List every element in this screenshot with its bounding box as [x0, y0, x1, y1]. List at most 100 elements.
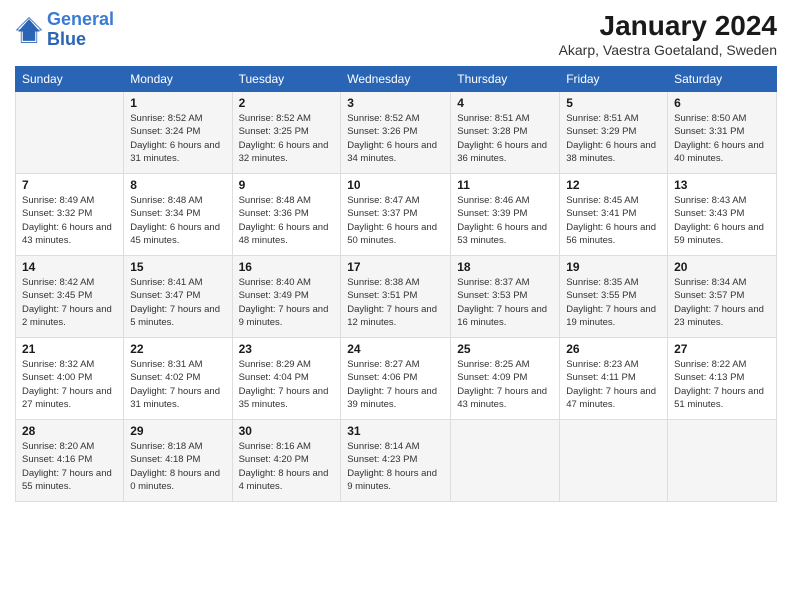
day-info: Sunrise: 8:49 AM Sunset: 3:32 PM Dayligh…: [22, 194, 117, 247]
day-number: 14: [22, 260, 117, 274]
day-info: Sunrise: 8:18 AM Sunset: 4:18 PM Dayligh…: [130, 440, 225, 493]
day-number: 10: [347, 178, 444, 192]
day-info: Sunrise: 8:38 AM Sunset: 3:51 PM Dayligh…: [347, 276, 444, 329]
logo: General Blue: [15, 10, 114, 50]
day-info: Sunrise: 8:20 AM Sunset: 4:16 PM Dayligh…: [22, 440, 117, 493]
day-number: 25: [457, 342, 553, 356]
header-tuesday: Tuesday: [232, 67, 341, 92]
week-row-0: 1 Sunrise: 8:52 AM Sunset: 3:24 PM Dayli…: [16, 92, 777, 174]
day-info: Sunrise: 8:34 AM Sunset: 3:57 PM Dayligh…: [674, 276, 770, 329]
day-cell: [560, 420, 668, 502]
day-info: Sunrise: 8:41 AM Sunset: 3:47 PM Dayligh…: [130, 276, 225, 329]
day-info: Sunrise: 8:23 AM Sunset: 4:11 PM Dayligh…: [566, 358, 661, 411]
header: General Blue January 2024 Akarp, Vaestra…: [15, 10, 777, 58]
day-info: Sunrise: 8:48 AM Sunset: 3:34 PM Dayligh…: [130, 194, 225, 247]
day-cell: 20 Sunrise: 8:34 AM Sunset: 3:57 PM Dayl…: [668, 256, 777, 338]
day-number: 12: [566, 178, 661, 192]
day-cell: 8 Sunrise: 8:48 AM Sunset: 3:34 PM Dayli…: [124, 174, 232, 256]
header-friday: Friday: [560, 67, 668, 92]
day-info: Sunrise: 8:50 AM Sunset: 3:31 PM Dayligh…: [674, 112, 770, 165]
day-info: Sunrise: 8:52 AM Sunset: 3:26 PM Dayligh…: [347, 112, 444, 165]
header-monday: Monday: [124, 67, 232, 92]
day-number: 23: [239, 342, 335, 356]
logo-line2: Blue: [47, 29, 86, 49]
day-number: 13: [674, 178, 770, 192]
day-info: Sunrise: 8:37 AM Sunset: 3:53 PM Dayligh…: [457, 276, 553, 329]
day-cell: [451, 420, 560, 502]
day-number: 9: [239, 178, 335, 192]
day-cell: 14 Sunrise: 8:42 AM Sunset: 3:45 PM Dayl…: [16, 256, 124, 338]
day-cell: 3 Sunrise: 8:52 AM Sunset: 3:26 PM Dayli…: [341, 92, 451, 174]
day-info: Sunrise: 8:42 AM Sunset: 3:45 PM Dayligh…: [22, 276, 117, 329]
day-cell: 6 Sunrise: 8:50 AM Sunset: 3:31 PM Dayli…: [668, 92, 777, 174]
day-number: 3: [347, 96, 444, 110]
day-number: 2: [239, 96, 335, 110]
day-number: 18: [457, 260, 553, 274]
day-cell: [668, 420, 777, 502]
header-thursday: Thursday: [451, 67, 560, 92]
day-cell: 13 Sunrise: 8:43 AM Sunset: 3:43 PM Dayl…: [668, 174, 777, 256]
header-saturday: Saturday: [668, 67, 777, 92]
day-number: 17: [347, 260, 444, 274]
logo-line1: General: [47, 9, 114, 29]
day-cell: 1 Sunrise: 8:52 AM Sunset: 3:24 PM Dayli…: [124, 92, 232, 174]
day-number: 4: [457, 96, 553, 110]
day-cell: 21 Sunrise: 8:32 AM Sunset: 4:00 PM Dayl…: [16, 338, 124, 420]
day-info: Sunrise: 8:16 AM Sunset: 4:20 PM Dayligh…: [239, 440, 335, 493]
day-cell: 27 Sunrise: 8:22 AM Sunset: 4:13 PM Dayl…: [668, 338, 777, 420]
day-info: Sunrise: 8:25 AM Sunset: 4:09 PM Dayligh…: [457, 358, 553, 411]
day-number: 6: [674, 96, 770, 110]
day-number: 22: [130, 342, 225, 356]
day-cell: 19 Sunrise: 8:35 AM Sunset: 3:55 PM Dayl…: [560, 256, 668, 338]
day-cell: 12 Sunrise: 8:45 AM Sunset: 3:41 PM Dayl…: [560, 174, 668, 256]
day-cell: 10 Sunrise: 8:47 AM Sunset: 3:37 PM Dayl…: [341, 174, 451, 256]
day-info: Sunrise: 8:52 AM Sunset: 3:25 PM Dayligh…: [239, 112, 335, 165]
day-cell: 18 Sunrise: 8:37 AM Sunset: 3:53 PM Dayl…: [451, 256, 560, 338]
day-info: Sunrise: 8:45 AM Sunset: 3:41 PM Dayligh…: [566, 194, 661, 247]
day-cell: 5 Sunrise: 8:51 AM Sunset: 3:29 PM Dayli…: [560, 92, 668, 174]
day-info: Sunrise: 8:51 AM Sunset: 3:29 PM Dayligh…: [566, 112, 661, 165]
day-number: 31: [347, 424, 444, 438]
day-info: Sunrise: 8:27 AM Sunset: 4:06 PM Dayligh…: [347, 358, 444, 411]
day-info: Sunrise: 8:22 AM Sunset: 4:13 PM Dayligh…: [674, 358, 770, 411]
day-cell: 31 Sunrise: 8:14 AM Sunset: 4:23 PM Dayl…: [341, 420, 451, 502]
day-info: Sunrise: 8:32 AM Sunset: 4:00 PM Dayligh…: [22, 358, 117, 411]
day-cell: 25 Sunrise: 8:25 AM Sunset: 4:09 PM Dayl…: [451, 338, 560, 420]
day-number: 7: [22, 178, 117, 192]
day-cell: 22 Sunrise: 8:31 AM Sunset: 4:02 PM Dayl…: [124, 338, 232, 420]
calendar-header-row: Sunday Monday Tuesday Wednesday Thursday…: [16, 67, 777, 92]
day-cell: 26 Sunrise: 8:23 AM Sunset: 4:11 PM Dayl…: [560, 338, 668, 420]
day-info: Sunrise: 8:52 AM Sunset: 3:24 PM Dayligh…: [130, 112, 225, 165]
day-info: Sunrise: 8:31 AM Sunset: 4:02 PM Dayligh…: [130, 358, 225, 411]
header-wednesday: Wednesday: [341, 67, 451, 92]
day-info: Sunrise: 8:47 AM Sunset: 3:37 PM Dayligh…: [347, 194, 444, 247]
day-number: 11: [457, 178, 553, 192]
day-cell: 30 Sunrise: 8:16 AM Sunset: 4:20 PM Dayl…: [232, 420, 341, 502]
day-info: Sunrise: 8:14 AM Sunset: 4:23 PM Dayligh…: [347, 440, 444, 493]
day-info: Sunrise: 8:40 AM Sunset: 3:49 PM Dayligh…: [239, 276, 335, 329]
day-number: 16: [239, 260, 335, 274]
day-info: Sunrise: 8:43 AM Sunset: 3:43 PM Dayligh…: [674, 194, 770, 247]
day-number: 20: [674, 260, 770, 274]
day-cell: 7 Sunrise: 8:49 AM Sunset: 3:32 PM Dayli…: [16, 174, 124, 256]
day-info: Sunrise: 8:48 AM Sunset: 3:36 PM Dayligh…: [239, 194, 335, 247]
day-number: 21: [22, 342, 117, 356]
day-cell: 23 Sunrise: 8:29 AM Sunset: 4:04 PM Dayl…: [232, 338, 341, 420]
day-cell: 4 Sunrise: 8:51 AM Sunset: 3:28 PM Dayli…: [451, 92, 560, 174]
day-info: Sunrise: 8:46 AM Sunset: 3:39 PM Dayligh…: [457, 194, 553, 247]
day-cell: 11 Sunrise: 8:46 AM Sunset: 3:39 PM Dayl…: [451, 174, 560, 256]
day-number: 8: [130, 178, 225, 192]
day-cell: 24 Sunrise: 8:27 AM Sunset: 4:06 PM Dayl…: [341, 338, 451, 420]
week-row-3: 21 Sunrise: 8:32 AM Sunset: 4:00 PM Dayl…: [16, 338, 777, 420]
week-row-4: 28 Sunrise: 8:20 AM Sunset: 4:16 PM Dayl…: [16, 420, 777, 502]
day-cell: 2 Sunrise: 8:52 AM Sunset: 3:25 PM Dayli…: [232, 92, 341, 174]
month-title: January 2024: [559, 10, 777, 42]
day-info: Sunrise: 8:51 AM Sunset: 3:28 PM Dayligh…: [457, 112, 553, 165]
day-cell: 16 Sunrise: 8:40 AM Sunset: 3:49 PM Dayl…: [232, 256, 341, 338]
location: Akarp, Vaestra Goetaland, Sweden: [559, 42, 777, 58]
day-cell: 15 Sunrise: 8:41 AM Sunset: 3:47 PM Dayl…: [124, 256, 232, 338]
day-cell: 29 Sunrise: 8:18 AM Sunset: 4:18 PM Dayl…: [124, 420, 232, 502]
week-row-1: 7 Sunrise: 8:49 AM Sunset: 3:32 PM Dayli…: [16, 174, 777, 256]
day-number: 15: [130, 260, 225, 274]
logo-text: General Blue: [47, 10, 114, 50]
